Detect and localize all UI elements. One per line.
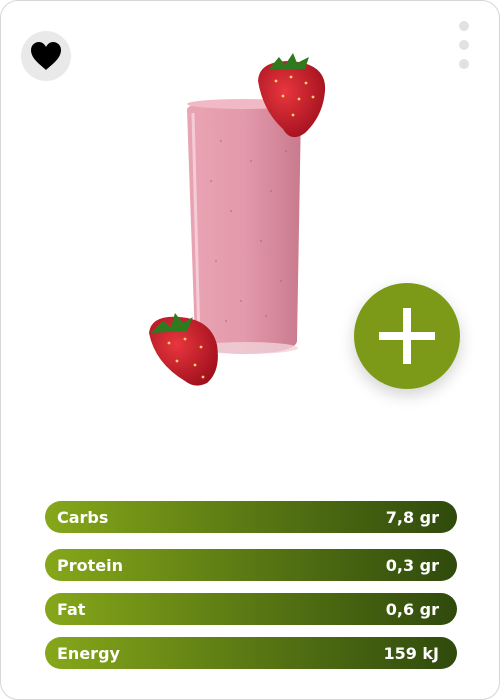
add-button[interactable] [354, 283, 460, 389]
favorite-button[interactable] [21, 31, 71, 81]
nutrition-value: 0,3 gr [385, 555, 439, 575]
smoothie-image [149, 53, 326, 386]
heart-icon [31, 42, 61, 70]
nutrition-value: 0,6 gr [385, 599, 439, 619]
nutrition-label: Carbs [57, 507, 109, 527]
nutrition-row-fat: Fat 0,6 gr [45, 593, 457, 625]
nutrition-row-protein: Protein 0,3 gr [45, 549, 457, 581]
nutrition-label: Energy [57, 643, 120, 663]
recipe-card: Carbs 7,8 gr Protein 0,3 gr Fat 0,6 gr E… [0, 0, 500, 700]
nutrition-value: 159 kJ [383, 643, 439, 663]
plus-icon [379, 308, 435, 364]
more-vertical-icon [459, 21, 469, 31]
nutrition-value: 7,8 gr [385, 507, 439, 527]
nutrition-label: Fat [57, 599, 86, 619]
nutrition-row-energy: Energy 159 kJ [45, 637, 457, 669]
nutrition-label: Protein [57, 555, 123, 575]
nutrition-row-carbs: Carbs 7,8 gr [45, 501, 457, 533]
more-options-button[interactable] [457, 21, 471, 69]
